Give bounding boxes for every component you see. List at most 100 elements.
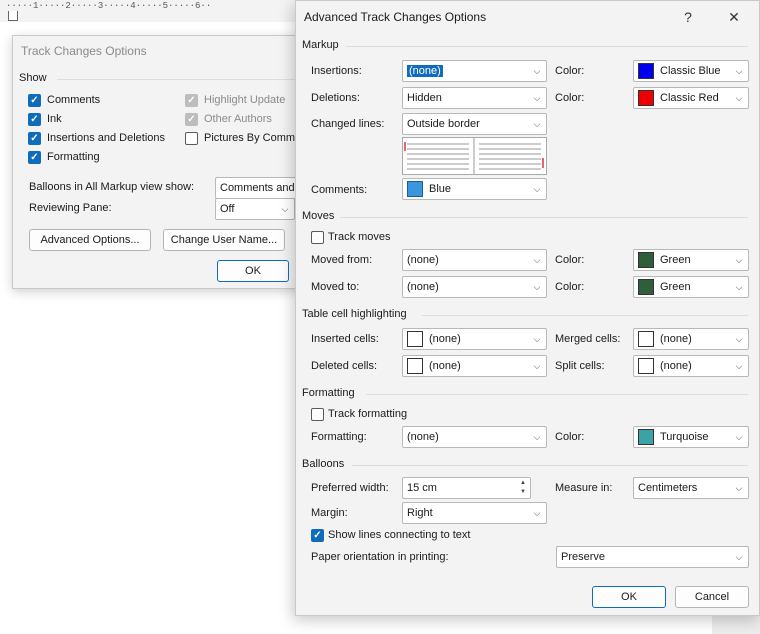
ink-checkbox[interactable] (28, 113, 41, 126)
formatting-color-label: Color: (555, 431, 585, 443)
split-cells-select[interactable]: (none) ⌵ (633, 355, 749, 377)
section-divider (422, 315, 748, 316)
changed-lines-value: Outside border (407, 118, 480, 130)
split-cells-label: Split cells: (555, 360, 605, 372)
color-swatch (638, 331, 654, 347)
inserted-cells-label: Inserted cells: (311, 333, 379, 345)
cancel-button[interactable]: Cancel (675, 586, 749, 608)
paper-orientation-select[interactable]: Preserve ⌵ (556, 546, 749, 568)
comments-select[interactable]: Blue ⌵ (402, 178, 547, 200)
insertions-deletions-checkbox[interactable] (28, 132, 41, 145)
formatting-value: (none) (407, 431, 439, 443)
show-section-label: Show (19, 72, 47, 84)
paper-orientation-label: Paper orientation in printing: (311, 551, 449, 563)
color-swatch (638, 279, 654, 295)
color-swatch (638, 252, 654, 268)
track-changes-options-dialog: Track Changes Options Show Comments Ink … (12, 35, 312, 289)
color-swatch (638, 63, 654, 79)
track-formatting-checkbox[interactable] (311, 408, 324, 421)
change-user-name-button[interactable]: Change User Name... (163, 229, 285, 251)
comments-checkbox-label: Comments (47, 94, 101, 106)
merged-cells-value: (none) (660, 333, 692, 345)
chevron-down-icon: ⌵ (533, 183, 541, 194)
ok-button[interactable]: OK (592, 586, 666, 608)
chevron-down-icon: ⌵ (533, 65, 541, 76)
chevron-down-icon: ⌵ (735, 65, 743, 76)
advanced-options-button[interactable]: Advanced Options... (29, 229, 151, 251)
chevron-down-icon: ⌵ (533, 333, 541, 344)
spinner-arrows-icon[interactable]: ▲ ▼ (518, 479, 528, 497)
pictures-by-comments-checkbox[interactable] (185, 132, 198, 145)
table-section-label: Table cell highlighting (302, 308, 407, 320)
comments-value: Blue (429, 183, 452, 195)
insertions-select[interactable]: (none) ⌵ (402, 60, 547, 82)
formatting-select[interactable]: (none) ⌵ (402, 426, 547, 448)
moved-to-label: Moved to: (311, 281, 360, 293)
dialog-title: Track Changes Options (21, 44, 147, 58)
color-swatch (638, 358, 654, 374)
balloons-view-label: Balloons in All Markup view show: (29, 181, 195, 193)
dialog-title: Advanced Track Changes Options (304, 10, 487, 24)
deletions-color-value: Classic Red (660, 92, 719, 104)
track-moves-checkbox[interactable] (311, 231, 324, 244)
preferred-width-input[interactable]: 15 cm ▲ ▼ (402, 477, 531, 499)
comments-label: Comments: (311, 184, 368, 196)
chevron-down-icon: ⌵ (735, 482, 743, 493)
insertions-value: (none) (407, 65, 443, 77)
chevron-down-icon: ⌵ (735, 431, 743, 442)
deletions-select[interactable]: Hidden ⌵ (402, 87, 547, 109)
margin-label: Margin: (311, 507, 348, 519)
merged-cells-select[interactable]: (none) ⌵ (633, 328, 749, 350)
formatting-color-value: Turquoise (660, 431, 709, 443)
changed-lines-label: Changed lines: (311, 118, 385, 130)
chevron-down-icon: ⌵ (735, 281, 743, 292)
reviewing-pane-value: Off (220, 203, 235, 215)
reviewing-pane-select[interactable]: Off ⌵ (215, 198, 295, 220)
highlight-updates-label: Highlight Update (204, 94, 286, 106)
deletions-color-select[interactable]: Classic Red ⌵ (633, 87, 749, 109)
merged-cells-label: Merged cells: (555, 333, 621, 345)
track-formatting-label: Track formatting (328, 408, 408, 420)
moved-from-color-label: Color: (555, 254, 585, 266)
help-icon[interactable]: ? (678, 7, 698, 27)
deleted-cells-value: (none) (429, 360, 461, 372)
section-divider (352, 465, 748, 466)
markup-section-label: Markup (302, 39, 339, 51)
comments-checkbox[interactable] (28, 94, 41, 107)
moved-to-color-select[interactable]: Green ⌵ (633, 276, 749, 298)
indent-marker[interactable] (8, 11, 18, 21)
close-icon[interactable]: ✕ (724, 7, 744, 27)
highlight-updates-checkbox (185, 94, 198, 107)
chevron-down-icon: ⌵ (735, 254, 743, 265)
pictures-by-comments-label: Pictures By Comme (204, 132, 302, 144)
color-swatch (638, 90, 654, 106)
moved-from-value: (none) (407, 254, 439, 266)
deleted-cells-select[interactable]: (none) ⌵ (402, 355, 547, 377)
chevron-down-icon: ⌵ (735, 551, 743, 562)
balloons-section-label: Balloons (302, 458, 345, 470)
moved-from-label: Moved from: (311, 254, 373, 266)
margin-select[interactable]: Right ⌵ (402, 502, 547, 524)
formatting-color-select[interactable]: Turquoise ⌵ (633, 426, 749, 448)
measure-in-select[interactable]: Centimeters ⌵ (633, 477, 749, 499)
moved-from-color-value: Green (660, 254, 691, 266)
inserted-cells-select[interactable]: (none) ⌵ (402, 328, 547, 350)
inserted-cells-value: (none) (429, 333, 461, 345)
formatting-section-label: Formatting (302, 387, 355, 399)
insertions-color-select[interactable]: Classic Blue ⌵ (633, 60, 749, 82)
balloons-view-value: Comments and (220, 182, 295, 194)
balloons-view-select[interactable]: Comments and (215, 177, 305, 199)
insertions-color-label: Color: (555, 65, 585, 77)
chevron-down-icon: ⌵ (533, 431, 541, 442)
moved-to-color-value: Green (660, 281, 691, 293)
ok-button[interactable]: OK (217, 260, 289, 282)
show-lines-checkbox[interactable] (311, 529, 324, 542)
section-divider (366, 394, 748, 395)
moved-to-select[interactable]: (none) ⌵ (402, 276, 547, 298)
changed-lines-preview (402, 137, 547, 175)
formatting-checkbox[interactable] (28, 151, 41, 164)
changed-lines-select[interactable]: Outside border ⌵ (402, 113, 547, 135)
moved-from-select[interactable]: (none) ⌵ (402, 249, 547, 271)
moved-from-color-select[interactable]: Green ⌵ (633, 249, 749, 271)
deleted-cells-label: Deleted cells: (311, 360, 378, 372)
